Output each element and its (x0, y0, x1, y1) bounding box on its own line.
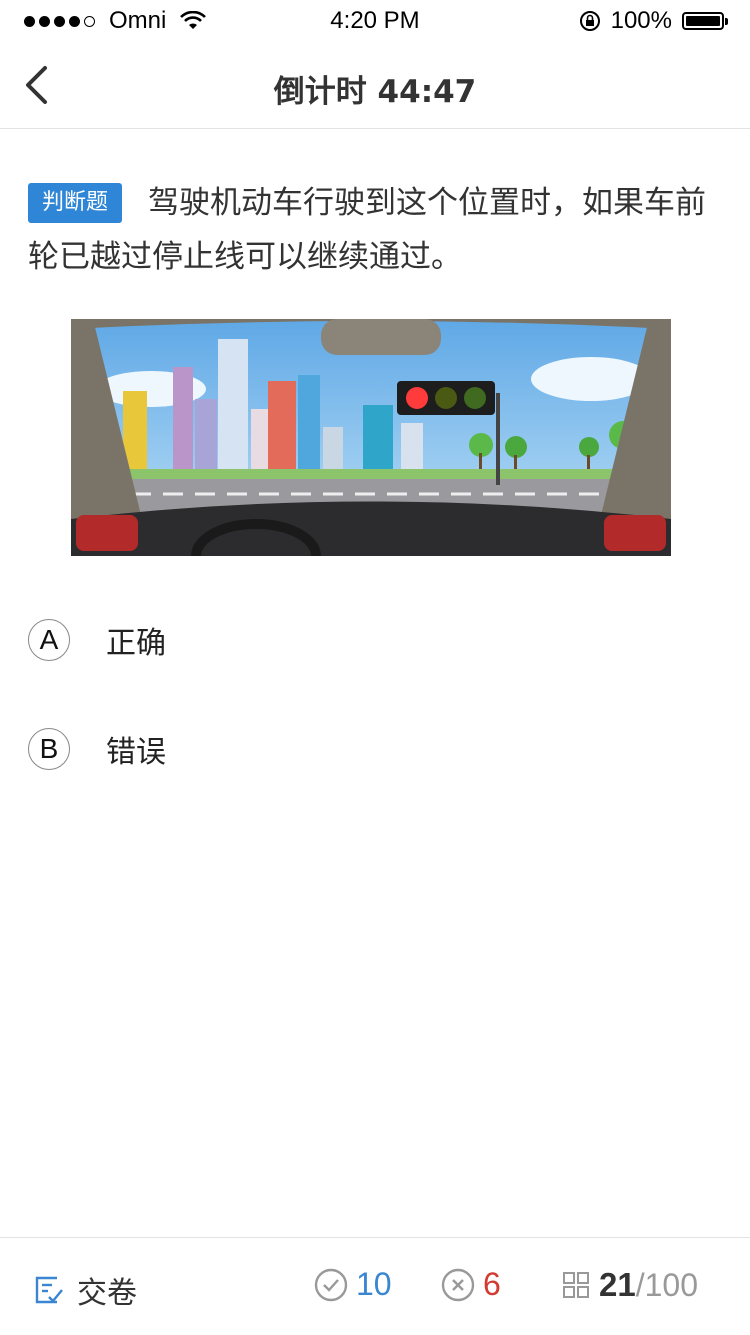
submit-exam-button[interactable]: 交卷 (33, 1268, 137, 1312)
rotation-lock-icon (579, 11, 600, 31)
driving-scene-illustration (71, 319, 671, 556)
submit-paper-icon (35, 1276, 63, 1304)
correct-counter: 10 (314, 1266, 392, 1303)
battery-percent: 100% (610, 7, 672, 34)
grid-icon (563, 1272, 589, 1298)
option-a[interactable]: A 正确 (28, 610, 722, 670)
wrong-counter: 6 (441, 1266, 501, 1303)
option-a-letter: A (28, 619, 70, 661)
current-question-number: 21 (599, 1266, 636, 1303)
question-block: 判断题 驾驶机动车行驶到这个位置时，如果车前轮已越过停止线可以继续通过。 (28, 176, 722, 284)
question-type-badge: 判断题 (28, 183, 123, 223)
submit-label: 交卷 (77, 1276, 137, 1311)
correct-count: 10 (356, 1266, 392, 1302)
question-text: 驾驶机动车行驶到这个位置时，如果车前轮已越过停止线可以继续通过。 (28, 185, 707, 275)
progress-separator: / (635, 1267, 645, 1303)
option-b-letter: B (28, 728, 70, 770)
status-bar: Omni 4:20 PM 100% (0, 0, 750, 40)
option-a-text: 正确 (106, 626, 166, 661)
nav-bar: 倒计时 44:47 (0, 40, 750, 129)
option-b[interactable]: B 错误 (28, 719, 722, 779)
total-questions: 100 (644, 1267, 698, 1303)
x-circle-icon (441, 1268, 475, 1301)
question-progress[interactable]: 21/100 (561, 1266, 698, 1304)
bottom-bar: 交卷 10 6 21/100 (0, 1237, 750, 1335)
check-circle-icon (314, 1268, 348, 1301)
wrong-count: 6 (483, 1266, 501, 1302)
countdown-title: 倒计时 44:47 (273, 74, 477, 110)
battery-icon (682, 12, 728, 30)
option-b-text: 错误 (106, 735, 166, 770)
